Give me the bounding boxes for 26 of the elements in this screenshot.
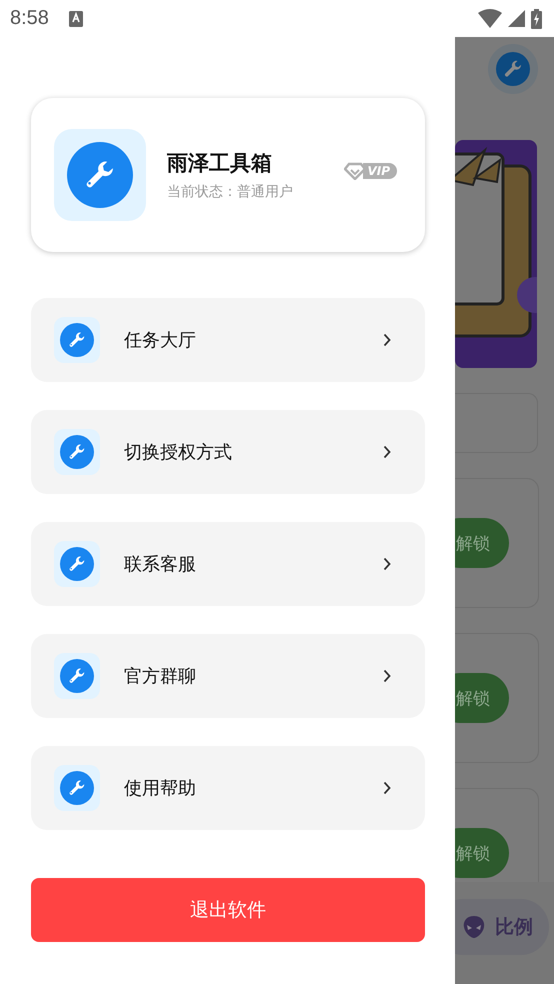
- wrench-icon: [54, 541, 100, 587]
- menu-item[interactable]: 联系客服: [31, 522, 425, 606]
- chevron-icon: [383, 669, 391, 683]
- chevron-icon: [383, 781, 391, 795]
- status-time: 8:58: [10, 7, 49, 30]
- menu-item[interactable]: 切换授权方式: [31, 410, 425, 494]
- wrench-icon: [54, 429, 100, 475]
- keyboard-icon: [68, 10, 83, 26]
- app-icon: [54, 129, 146, 221]
- menu-item[interactable]: 任务大厅: [31, 298, 425, 382]
- chevron-icon: [383, 557, 391, 571]
- app-name: 雨泽工具箱: [167, 150, 273, 177]
- wifi-icon: [478, 9, 502, 28]
- wrench-icon: [54, 317, 100, 363]
- menu-item[interactable]: 官方群聊: [31, 634, 425, 718]
- alien-icon: [461, 914, 487, 940]
- signal-icon: [508, 10, 525, 27]
- wrench-icon: [54, 653, 100, 699]
- user-status: 当前状态：普通用户: [167, 183, 294, 201]
- menu-item[interactable]: 使用帮助: [31, 746, 425, 830]
- wrench-icon: [54, 765, 100, 811]
- battery-icon: [531, 8, 542, 28]
- chevron-icon: [383, 333, 391, 347]
- wrench-icon: [488, 44, 538, 94]
- chevron-icon: [383, 445, 391, 459]
- input-field[interactable]: [455, 393, 538, 453]
